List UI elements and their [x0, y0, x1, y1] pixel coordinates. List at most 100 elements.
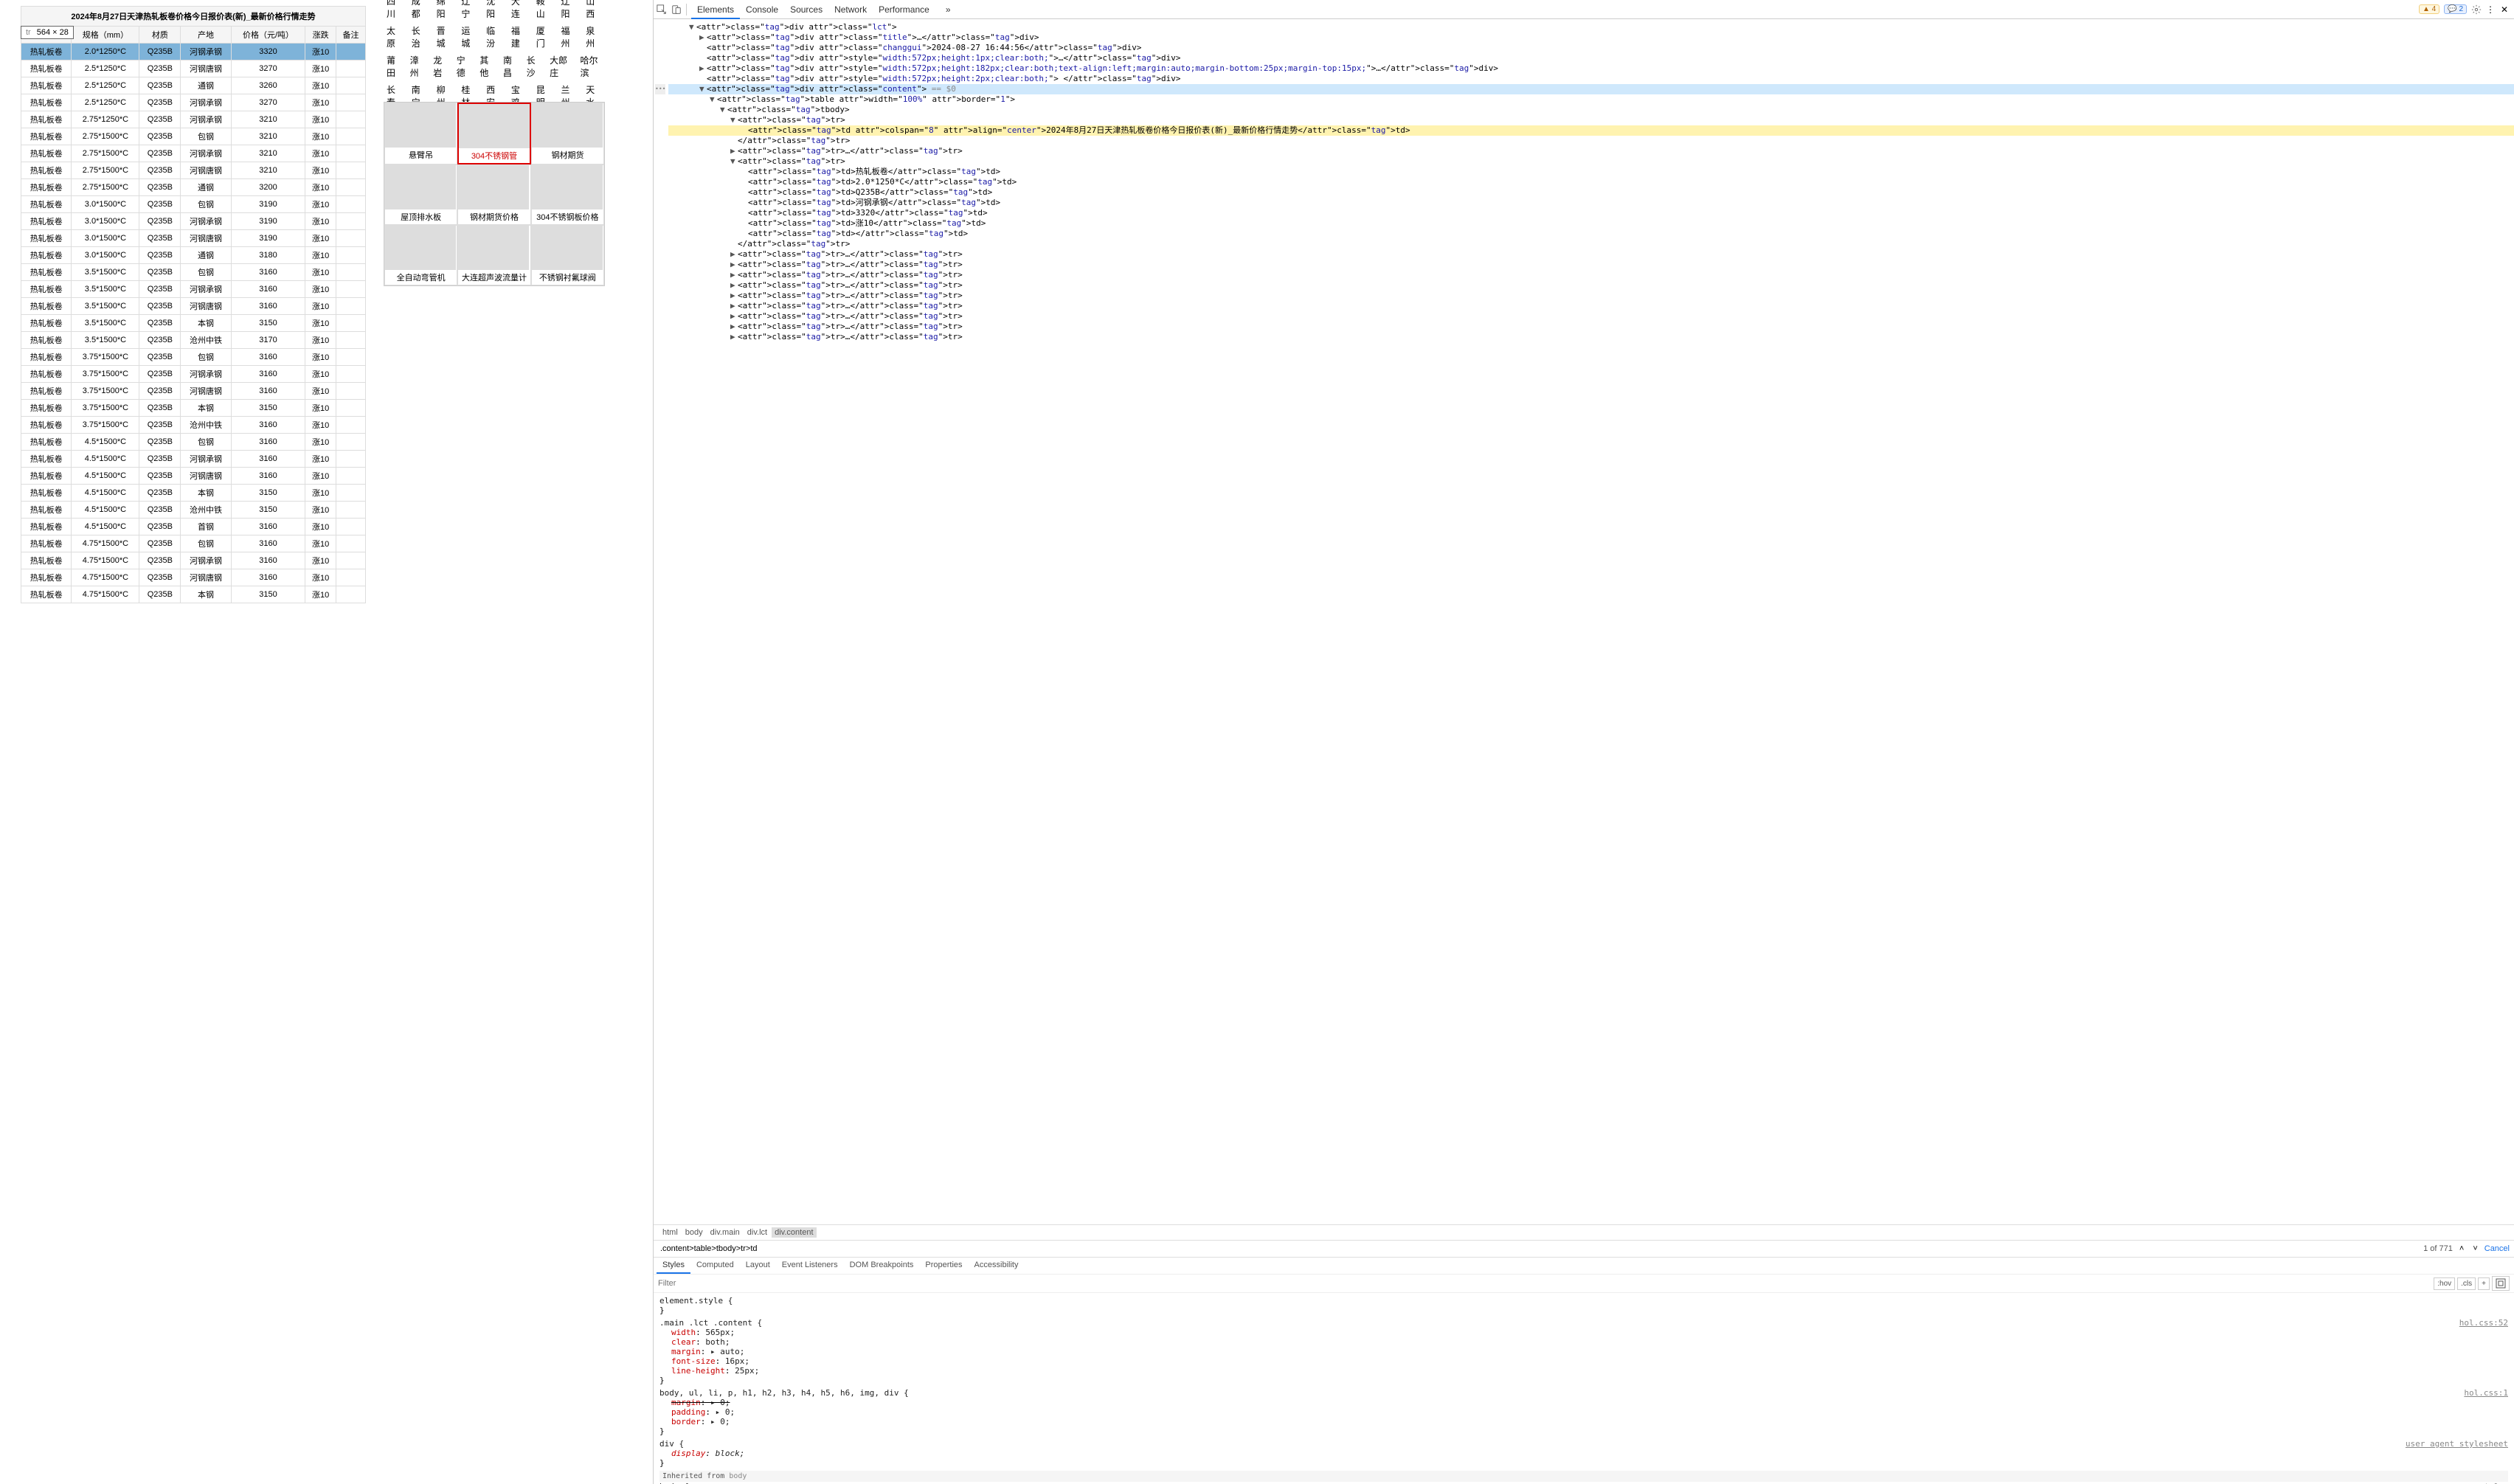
dom-node[interactable]: ▼<attr">class="tag">div attr">class="con… [668, 84, 2514, 94]
toggle-box-icon[interactable] [2492, 1276, 2510, 1291]
city-link[interactable]: 临汾 [483, 24, 505, 49]
dom-node[interactable]: ▶<attr">class="tag">tr>…</attr">class="t… [668, 270, 2514, 280]
city-link[interactable]: 泉州 [583, 24, 605, 49]
city-link[interactable]: 成都 [409, 0, 431, 20]
city-link[interactable]: 长治 [409, 24, 431, 49]
city-link[interactable]: 长沙 [524, 54, 544, 79]
devtools-tab[interactable]: Sources [784, 1, 828, 18]
dom-node[interactable]: ▶<attr">class="tag">tr>…</attr">class="t… [668, 249, 2514, 260]
ad-cell[interactable]: 大连超声波流量计 [457, 225, 530, 285]
city-link[interactable]: 福建 [508, 24, 530, 49]
city-link[interactable]: 龙岩 [430, 54, 451, 79]
style-tab[interactable]: Event Listeners [776, 1258, 844, 1274]
css-rule[interactable]: div {user agent stylesheetdisplay: block… [659, 1439, 2508, 1468]
css-rule[interactable]: body, ul, li, p, h1, h2, h3, h4, h5, h6,… [659, 1388, 2508, 1436]
close-icon[interactable]: ✕ [2501, 4, 2511, 15]
filter-button[interactable]: + [2478, 1277, 2490, 1290]
table-row[interactable]: 热轧板卷3.5*1500*CQ235B包钢3160涨10 [21, 264, 366, 281]
dom-node[interactable]: <attr">class="tag">td></attr">class="tag… [668, 229, 2514, 239]
table-row[interactable]: 热轧板卷3.0*1500*CQ235B包钢3190涨10 [21, 196, 366, 213]
table-row[interactable]: 热轧板卷3.0*1500*CQ235B通钢3180涨10 [21, 247, 366, 264]
dom-tree[interactable]: ▼<attr">class="tag">div attr">class="lct… [654, 19, 2514, 1224]
table-row[interactable]: 热轧板卷2.75*1500*CQ235B河钢承钢3210涨10 [21, 145, 366, 162]
ad-cell[interactable]: 悬臂吊 [384, 103, 457, 164]
table-row[interactable]: 热轧板卷4.5*1500*CQ235B沧州中铁3150涨10 [21, 502, 366, 519]
dom-node[interactable]: <attr">class="tag">td>3320</attr">class=… [668, 208, 2514, 218]
city-link[interactable]: 沈阳 [483, 0, 505, 20]
ad-cell[interactable]: 屋顶排水板 [384, 164, 457, 225]
table-row[interactable]: 热轧板卷2.75*1500*CQ235B通钢3200涨10 [21, 179, 366, 196]
table-row[interactable]: 热轧板卷2.0*1250*CQ235B河钢承钢3320涨10 [21, 44, 366, 60]
ad-cell[interactable]: 不锈钢衬氟球阀 [531, 225, 604, 285]
dom-node[interactable]: <attr">class="tag">td>热轧板卷</attr">class=… [668, 167, 2514, 177]
device-icon[interactable] [671, 4, 682, 15]
table-row[interactable]: 热轧板卷3.5*1500*CQ235B河钢承钢3160涨10 [21, 281, 366, 298]
table-row[interactable]: 热轧板卷3.75*1500*CQ235B河钢唐钢3160涨10 [21, 383, 366, 400]
devtools-tab[interactable]: Elements [691, 1, 740, 19]
table-row[interactable]: 热轧板卷3.5*1500*CQ235B沧州中铁3170涨10 [21, 332, 366, 349]
dom-node[interactable]: ▶<attr">class="tag">tr>…</attr">class="t… [668, 301, 2514, 311]
table-row[interactable]: 热轧板卷4.5*1500*CQ235B首钢3160涨10 [21, 519, 366, 535]
dom-node[interactable]: ▶<attr">class="tag">tr>…</attr">class="t… [668, 322, 2514, 332]
table-row[interactable]: 热轧板卷3.5*1500*CQ235B本钢3150涨10 [21, 315, 366, 332]
dom-node[interactable]: <attr">class="tag">td>Q235B</attr">class… [668, 187, 2514, 198]
devtools-tab[interactable]: Network [828, 1, 873, 18]
filter-button[interactable]: .cls [2457, 1277, 2476, 1290]
city-link[interactable]: 莆田 [384, 54, 404, 79]
dom-node[interactable]: <attr">class="tag">div attr">style="widt… [668, 53, 2514, 63]
breadcrumb-item[interactable]: div.lct [744, 1227, 770, 1238]
dom-node[interactable]: </attr">class="tag">tr> [668, 136, 2514, 146]
table-row[interactable]: 热轧板卷2.75*1500*CQ235B包钢3210涨10 [21, 128, 366, 145]
city-link[interactable]: 辽宁 [458, 0, 480, 20]
css-rule[interactable]: .main .lct .content {hol.css:52width: 56… [659, 1318, 2508, 1385]
dom-node[interactable]: ▶<attr">class="tag">tr>…</attr">class="t… [668, 311, 2514, 322]
breadcrumb-item[interactable]: html [659, 1227, 681, 1238]
dom-node[interactable]: <attr">class="tag">td attr">colspan="8" … [668, 125, 2514, 136]
devtools-tab[interactable]: Performance [873, 1, 935, 18]
city-link[interactable]: 福州 [558, 24, 580, 49]
city-link[interactable]: 大连 [508, 0, 530, 20]
city-link[interactable]: 漳州 [407, 54, 428, 79]
dom-node[interactable]: ▶<attr">class="tag">tr>…</attr">class="t… [668, 332, 2514, 342]
city-link[interactable]: 四川 [384, 0, 406, 20]
table-row[interactable]: 热轧板卷2.5*1250*CQ235B河钢承钢3270涨10 [21, 94, 366, 111]
table-row[interactable]: 热轧板卷2.75*1500*CQ235B河钢唐钢3210涨10 [21, 162, 366, 179]
table-row[interactable]: 热轧板卷3.75*1500*CQ235B沧州中铁3160涨10 [21, 417, 366, 434]
style-tab[interactable]: Styles [657, 1258, 690, 1274]
dom-node[interactable]: <attr">class="tag">td>2.0*1250*C</attr">… [668, 177, 2514, 187]
dom-node[interactable]: ▶<attr">class="tag">tr>…</attr">class="t… [668, 260, 2514, 270]
search-cancel[interactable]: Cancel [2484, 1244, 2510, 1253]
style-tab[interactable]: DOM Breakpoints [844, 1258, 920, 1274]
ad-cell[interactable]: 钢材期货 [531, 103, 604, 164]
table-row[interactable]: 热轧板卷4.5*1500*CQ235B河钢承钢3160涨10 [21, 451, 366, 468]
style-tab[interactable]: Properties [919, 1258, 968, 1274]
table-row[interactable]: 热轧板卷3.5*1500*CQ235B河钢唐钢3160涨10 [21, 298, 366, 315]
dom-node[interactable]: <attr">class="tag">div attr">style="widt… [668, 74, 2514, 84]
city-link[interactable]: 辽阳 [558, 0, 580, 20]
dom-node[interactable]: ▶<attr">class="tag">tr>…</attr">class="t… [668, 280, 2514, 291]
city-link[interactable]: 绵阳 [434, 0, 456, 20]
table-row[interactable]: 热轧板卷4.75*1500*CQ235B河钢唐钢3160涨10 [21, 569, 366, 586]
style-tab[interactable]: Computed [690, 1258, 740, 1274]
breadcrumb-item[interactable]: div.content [772, 1227, 816, 1238]
filter-button[interactable]: :hov [2434, 1277, 2455, 1290]
dom-node[interactable]: ▶<attr">class="tag">div attr">class="tit… [668, 32, 2514, 43]
city-link[interactable]: 厦门 [533, 24, 555, 49]
ad-cell[interactable]: 全自动弯管机 [384, 225, 457, 285]
dom-node[interactable]: ▶<attr">class="tag">tr>…</attr">class="t… [668, 146, 2514, 156]
dom-node[interactable]: ▼<attr">class="tag">tr> [668, 115, 2514, 125]
style-tab[interactable]: Layout [740, 1258, 776, 1274]
inspect-icon[interactable] [657, 4, 667, 15]
breadcrumb-item[interactable]: body [682, 1227, 706, 1238]
table-row[interactable]: 热轧板卷3.0*1500*CQ235B河钢唐钢3190涨10 [21, 230, 366, 247]
warning-badge[interactable]: ▲ 4 [2419, 4, 2439, 14]
more-tabs[interactable]: » [940, 1, 957, 18]
dom-node[interactable]: ▶<attr">class="tag">tr>…</attr">class="t… [668, 291, 2514, 301]
css-rule[interactable]: element.style {} [659, 1296, 2508, 1315]
dom-node[interactable]: ▼<attr">class="tag">tr> [668, 156, 2514, 167]
dom-node[interactable]: ▼<attr">class="tag">table attr">width="1… [668, 94, 2514, 105]
devtools-tab[interactable]: Console [740, 1, 784, 18]
table-row[interactable]: 热轧板卷2.75*1250*CQ235B河钢承钢3210涨10 [21, 111, 366, 128]
table-row[interactable]: 热轧板卷4.5*1500*CQ235B本钢3150涨10 [21, 485, 366, 502]
table-row[interactable]: 热轧板卷4.75*1500*CQ235B包钢3160涨10 [21, 535, 366, 552]
